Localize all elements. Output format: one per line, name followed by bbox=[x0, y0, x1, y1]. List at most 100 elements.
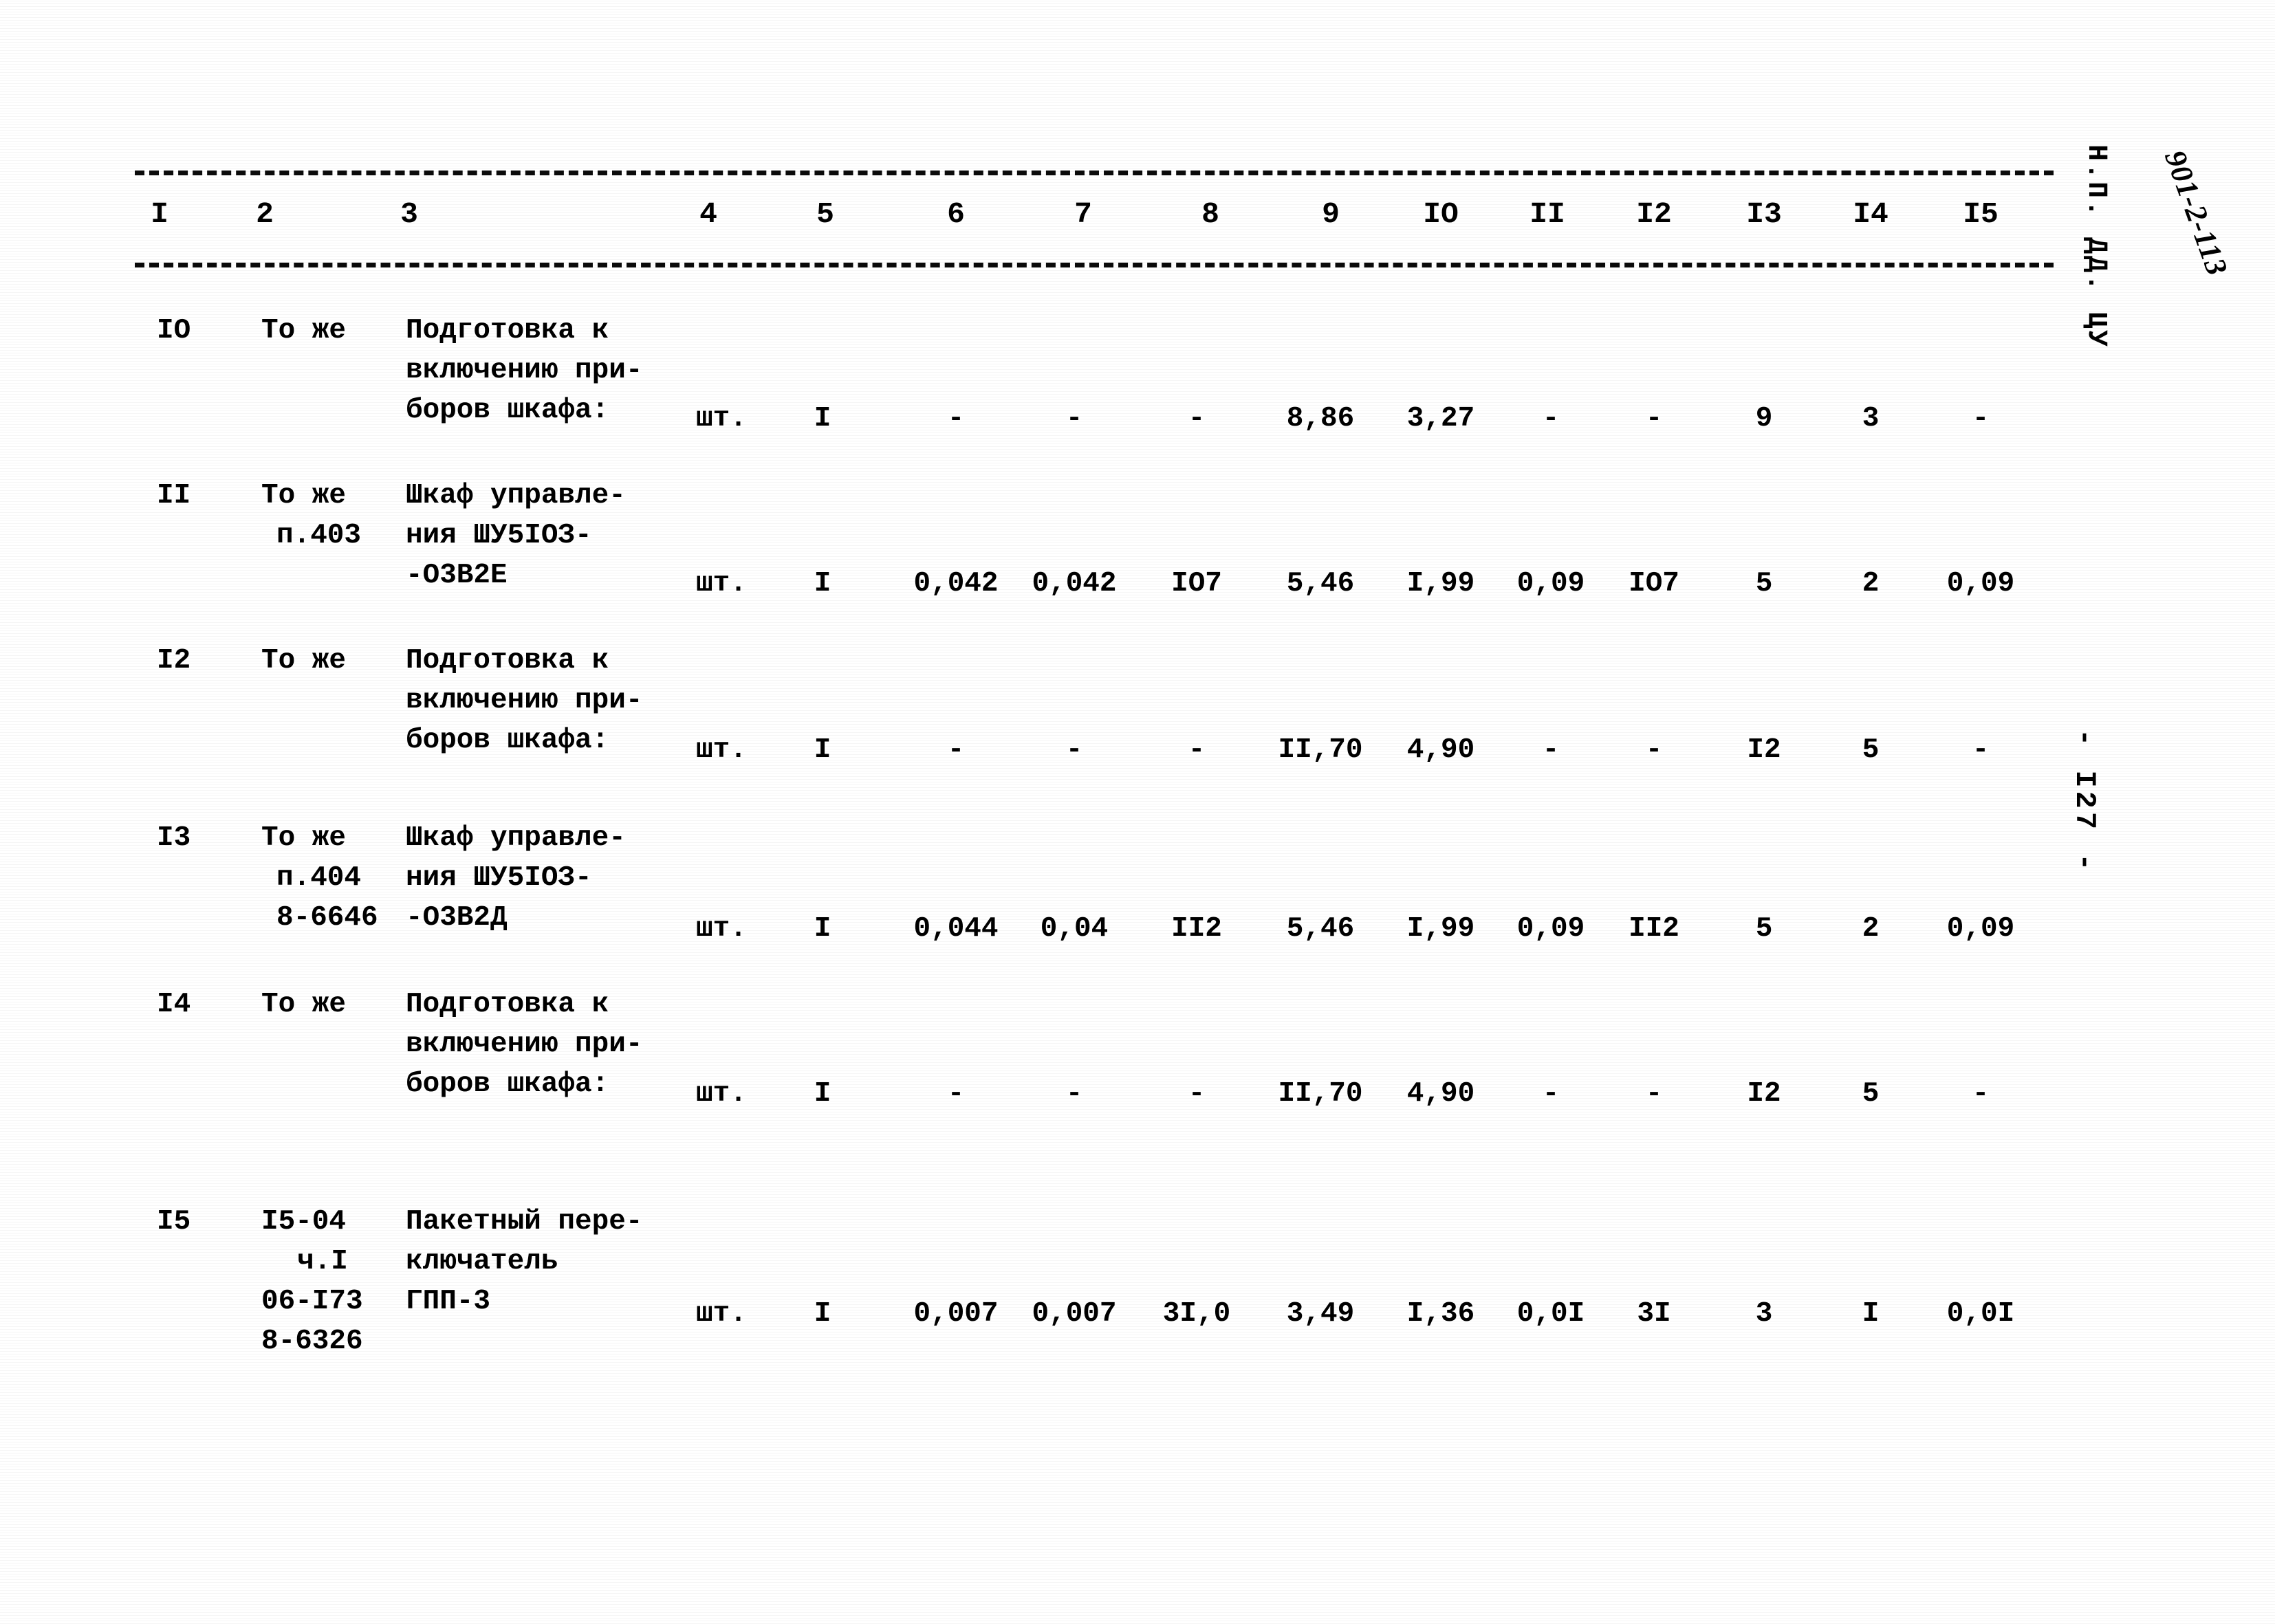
row-IO-value-col12: - bbox=[1645, 403, 1663, 435]
column-number-1: I bbox=[151, 197, 168, 231]
row-II-name-line-2: ния ШУ5IОЗ- bbox=[406, 520, 592, 551]
row-IO-name-line-1: Подготовка к bbox=[406, 315, 609, 347]
column-number-3: 3 bbox=[400, 197, 418, 231]
row-I2-value-col10: 4,90 bbox=[1406, 734, 1475, 766]
row-I5-value-col9: 3,49 bbox=[1286, 1298, 1355, 1330]
row-I4-reference-line-1: То же bbox=[261, 989, 347, 1020]
row-I5-value-col13: 3 bbox=[1755, 1298, 1773, 1330]
row-II-reference-line-1: То же bbox=[261, 480, 347, 512]
row-IO-value-col14: 3 bbox=[1862, 403, 1880, 435]
row-II-value-col15: 0,09 bbox=[1946, 568, 2015, 600]
row-I3-value-col7: 0,04 bbox=[1040, 913, 1109, 945]
row-I4-value-col15: - bbox=[1972, 1078, 1990, 1110]
row-I2-name-line-2: включению при- bbox=[406, 685, 643, 716]
row-I5-reference-line-3: 06-I73 bbox=[261, 1286, 363, 1317]
row-I3-value-col5: I bbox=[814, 913, 831, 945]
row-I5-value-col15: 0,0I bbox=[1946, 1298, 2015, 1330]
row-IO-value-col15: - bbox=[1972, 403, 1990, 435]
row-I3-item-number: I3 bbox=[157, 822, 191, 854]
margin-document-code: Н.П. ДД. ЦУ bbox=[2080, 144, 2111, 349]
row-I4-name-line-3: боров шкафа: bbox=[406, 1068, 609, 1100]
row-I4-value-col6: - bbox=[947, 1078, 965, 1110]
row-I4-item-number: I4 bbox=[157, 989, 191, 1020]
row-IO-value-col10: 3,27 bbox=[1406, 403, 1475, 435]
row-I3-value-col9: 5,46 bbox=[1286, 913, 1355, 945]
row-I2-name-line-1: Подготовка к bbox=[406, 645, 609, 677]
row-I3-reference-line-1: То же bbox=[261, 822, 347, 854]
table-top-rule bbox=[135, 171, 2054, 175]
row-I3-value-col11: 0,09 bbox=[1516, 913, 1585, 945]
document-page: I 2 3 4 5 6 7 8 9 IO II I2 I3 I4 I5 IO То же Подготовка … bbox=[0, 0, 2275, 1624]
row-I2-value-col8: - bbox=[1188, 734, 1206, 766]
scan-grain-overlay bbox=[0, 0, 2275, 1624]
row-I4-value-col10: 4,90 bbox=[1406, 1078, 1475, 1110]
row-I3-value-col8: II2 bbox=[1171, 913, 1222, 945]
row-I3-value-col6: 0,044 bbox=[913, 913, 999, 945]
column-number-14: I4 bbox=[1853, 197, 1888, 231]
column-number-10: IO bbox=[1423, 197, 1459, 231]
row-II-value-col8: IO7 bbox=[1171, 568, 1222, 600]
row-I3-reference-line-2: п.404 bbox=[276, 862, 362, 894]
row-I3-unit: шт. bbox=[696, 913, 747, 945]
row-I2-unit: шт. bbox=[696, 734, 747, 766]
row-I3-value-col14: 2 bbox=[1862, 913, 1880, 945]
row-I4-name-line-1: Подготовка к bbox=[406, 989, 609, 1020]
row-IO-value-col5: I bbox=[814, 403, 831, 435]
row-I4-value-col8: - bbox=[1188, 1078, 1206, 1110]
row-I5-reference-line-1: I5-04 bbox=[261, 1206, 347, 1238]
row-I4-value-col12: - bbox=[1645, 1078, 1663, 1110]
row-I5-value-col12: 3I bbox=[1637, 1298, 1671, 1330]
row-II-value-col10: I,99 bbox=[1406, 568, 1475, 600]
table-header-rule bbox=[135, 263, 2054, 267]
row-II-value-col7: 0,042 bbox=[1032, 568, 1117, 600]
table-column-number-row: I 2 3 4 5 6 7 8 9 IO II I2 I3 I4 I5 bbox=[0, 199, 2275, 241]
row-I5-value-col5: I bbox=[814, 1298, 831, 1330]
row-I2-value-col5: I bbox=[814, 734, 831, 766]
row-II-value-col13: 5 bbox=[1755, 568, 1773, 600]
row-I5-value-col10: I,36 bbox=[1406, 1298, 1475, 1330]
row-I5-value-col8: 3I,0 bbox=[1162, 1298, 1231, 1330]
row-I5-value-col6: 0,007 bbox=[913, 1298, 999, 1330]
column-number-13: I3 bbox=[1746, 197, 1782, 231]
row-I5-name-line-3: ГПП-3 bbox=[406, 1286, 491, 1317]
row-II-unit: шт. bbox=[696, 568, 747, 600]
row-I5-value-col14: I bbox=[1862, 1298, 1880, 1330]
row-IO-name-line-3: боров шкафа: bbox=[406, 395, 609, 426]
row-II-value-col6: 0,042 bbox=[913, 568, 999, 600]
row-I3-value-col12: II2 bbox=[1629, 913, 1679, 945]
column-number-9: 9 bbox=[1322, 197, 1340, 231]
column-number-2: 2 bbox=[256, 197, 274, 231]
row-I2-value-col9: II,70 bbox=[1278, 734, 1363, 766]
row-I5-item-number: I5 bbox=[157, 1206, 191, 1238]
row-I4-name-line-2: включению при- bbox=[406, 1029, 643, 1060]
column-number-11: II bbox=[1530, 197, 1565, 231]
row-II-value-col9: 5,46 bbox=[1286, 568, 1355, 600]
row-II-reference-line-2: п.403 bbox=[276, 520, 362, 551]
row-II-name-line-3: -О3В2Е bbox=[406, 560, 508, 591]
row-IO-unit: шт. bbox=[696, 403, 747, 435]
row-I2-value-col15: - bbox=[1972, 734, 1990, 766]
row-I5-value-col11: 0,0I bbox=[1516, 1298, 1585, 1330]
row-IO-value-col11: - bbox=[1542, 403, 1560, 435]
row-II-name-line-1: Шкаф управле- bbox=[406, 480, 626, 512]
row-IO-item-number: IO bbox=[157, 315, 191, 347]
row-IO-value-col6: - bbox=[947, 403, 965, 435]
row-IO-value-col8: - bbox=[1188, 403, 1206, 435]
row-I2-value-col13: I2 bbox=[1747, 734, 1781, 766]
row-IO-value-col7: - bbox=[1065, 403, 1083, 435]
row-I4-value-col13: I2 bbox=[1747, 1078, 1781, 1110]
row-IO-name-line-2: включению при- bbox=[406, 355, 643, 386]
row-I5-name-line-2: ключатель bbox=[406, 1246, 558, 1277]
row-I2-value-col7: - bbox=[1065, 734, 1083, 766]
column-number-7: 7 bbox=[1074, 197, 1092, 231]
row-I2-value-col12: - bbox=[1645, 734, 1663, 766]
row-I4-value-col11: - bbox=[1542, 1078, 1560, 1110]
column-number-6: 6 bbox=[947, 197, 965, 231]
row-I5-reference-line-4: 8-6326 bbox=[261, 1326, 363, 1357]
row-I2-value-col14: 5 bbox=[1862, 734, 1880, 766]
row-I4-value-col9: II,70 bbox=[1278, 1078, 1363, 1110]
row-I4-value-col7: - bbox=[1065, 1078, 1083, 1110]
row-II-value-col14: 2 bbox=[1862, 568, 1880, 600]
row-I3-reference-line-3: 8-6646 bbox=[276, 902, 378, 934]
row-I3-value-col15: 0,09 bbox=[1946, 913, 2015, 945]
